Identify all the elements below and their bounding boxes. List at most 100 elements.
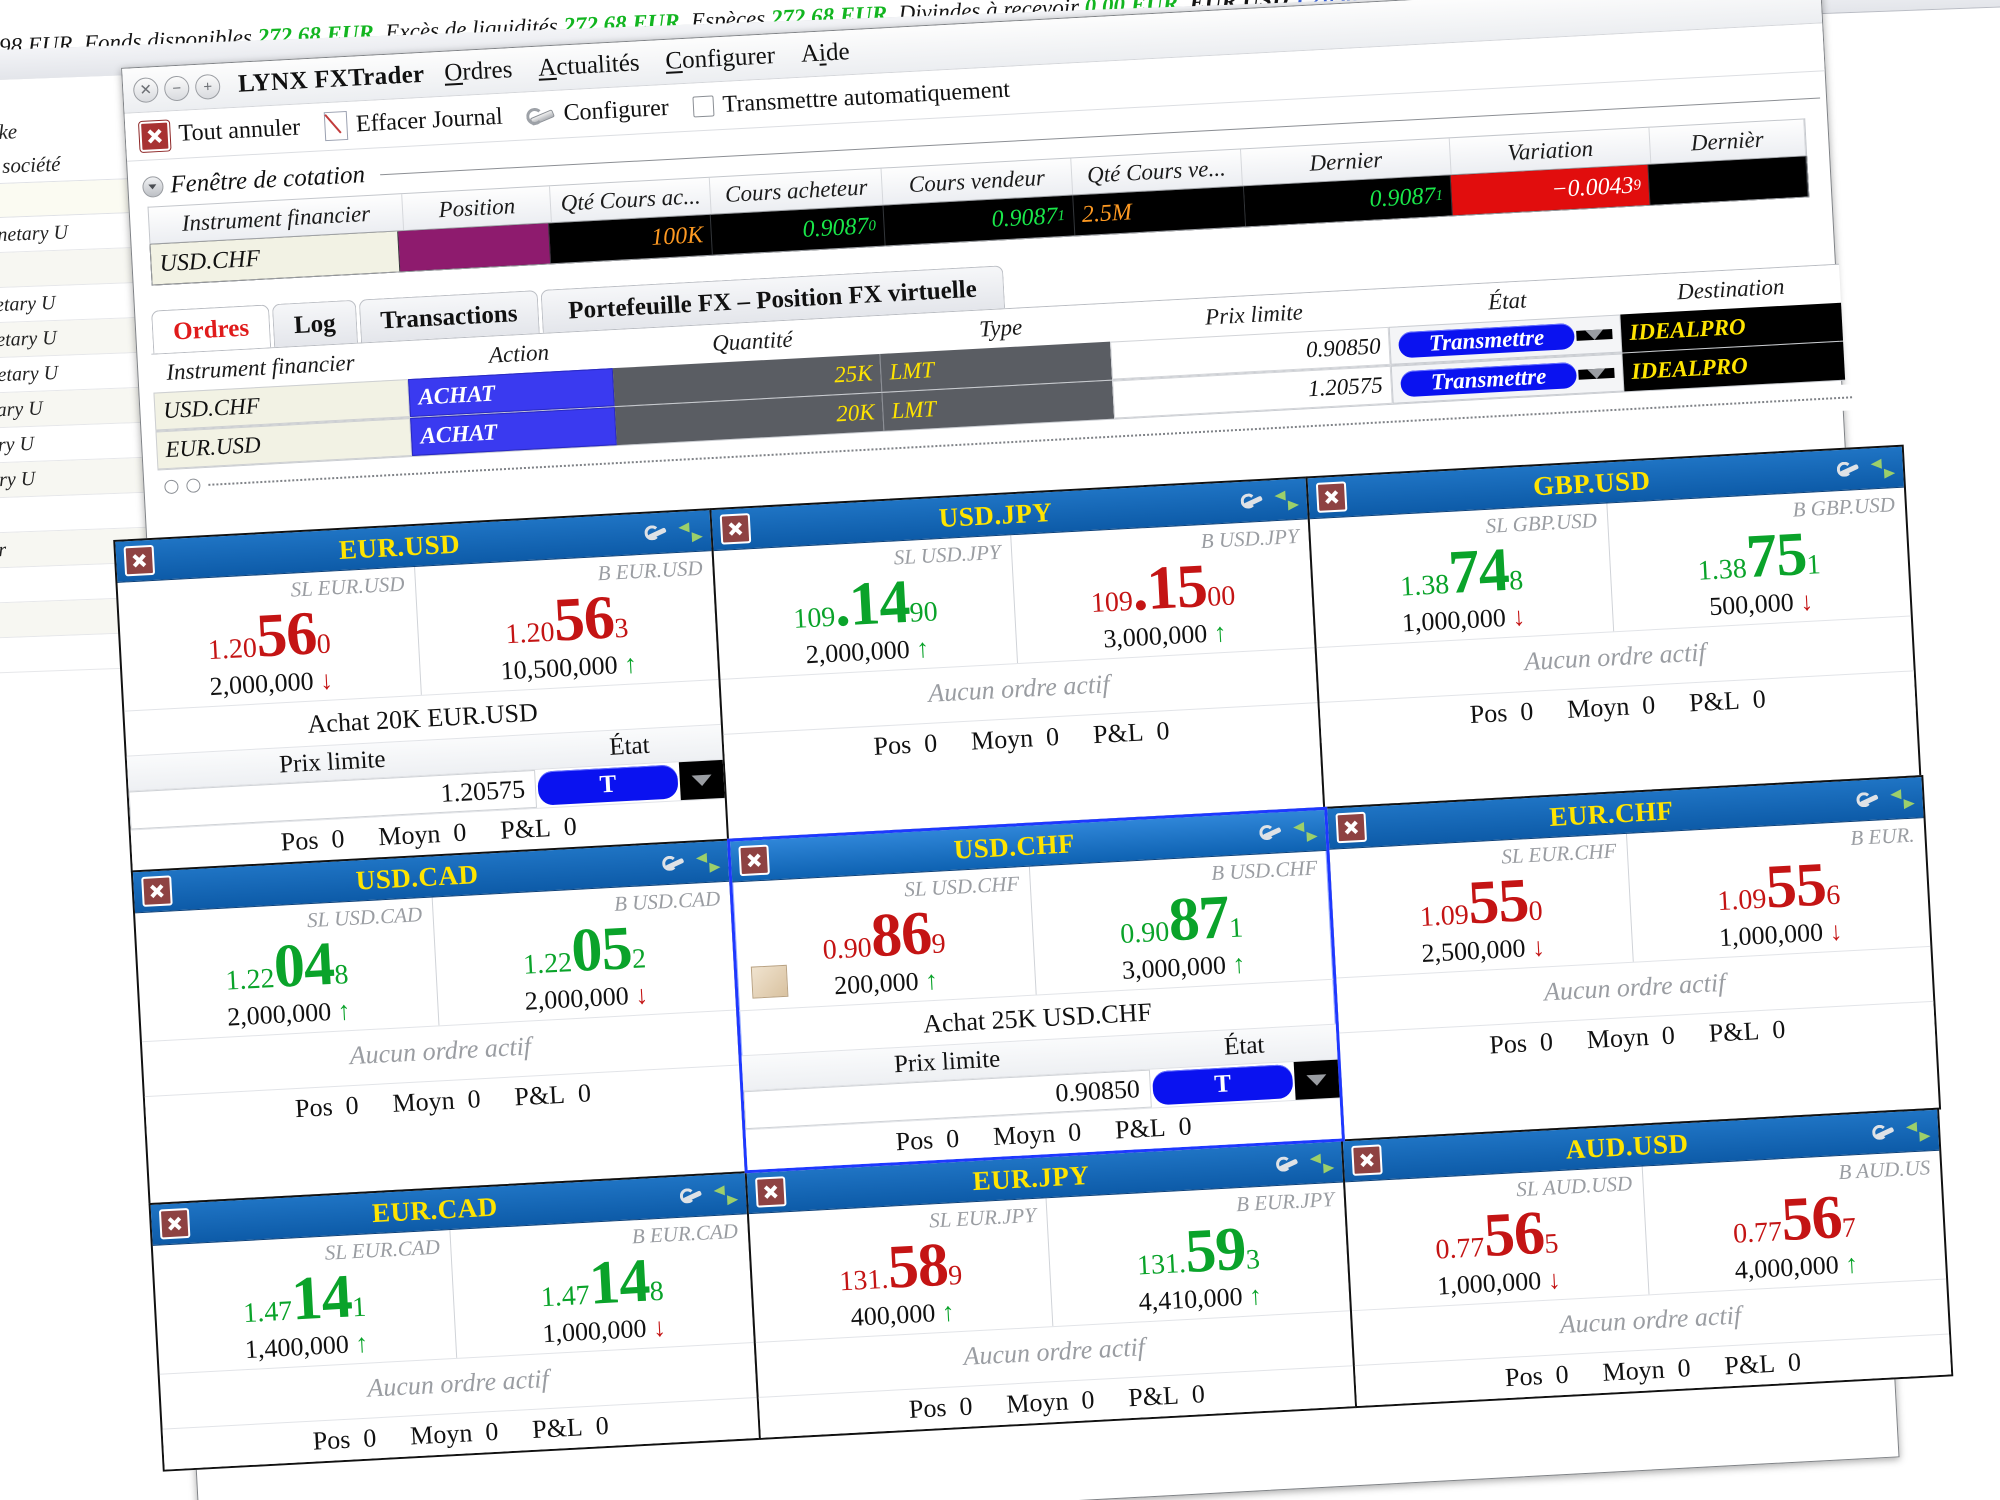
quote-ask-size: 2.5M [1072,186,1246,236]
swap-arrows-icon[interactable] [1310,1152,1335,1173]
transmit-button[interactable]: Transmettre [1400,361,1578,398]
tile-bid-side[interactable]: SL EUR.CAD 1.47 14 1 1,400,000 ↑ [152,1230,457,1374]
fx-tile-eur-chf[interactable]: EUR.CHF SL EUR.CHF 1.09 55 0 2,500,000 ↓ B EUR… [1325,775,1942,1142]
tile-pnl: P&L 0 [1127,1379,1206,1413]
chevron-down-icon[interactable] [141,175,164,198]
tile-header-icons [644,521,703,544]
chevron-down-icon[interactable] [1576,328,1613,341]
tile-pos: Pos 0 [872,728,938,761]
app-title: LYNX FXTrader [237,60,426,98]
wrench-icon[interactable] [679,1186,704,1207]
menu-configurer[interactable]: Configurer [665,42,776,76]
maximize-icon[interactable]: + [194,73,221,100]
tile-pnl: P&L 0 [1114,1111,1193,1145]
close-icon[interactable] [755,1176,787,1208]
arrow-down-icon: ↓ [634,980,649,1010]
checkbox-icon[interactable] [692,95,715,118]
cancel-all-button[interactable]: Tout annuler [138,113,301,152]
quote-position-bar [398,223,552,272]
menu-aide[interactable]: Aide [800,38,850,69]
tile-ask-side[interactable]: B EUR. 1.09 55 6 1,000,000 ↓ [1626,818,1930,962]
close-icon[interactable] [1351,1144,1383,1176]
chevron-down-icon[interactable] [1293,1059,1340,1100]
tile-header-icons [1240,489,1299,512]
menu-actualites[interactable]: Actualités [538,49,641,82]
clear-log-button[interactable]: Effacer Journal [323,103,504,142]
swap-arrows-icon[interactable] [678,521,703,542]
tile-ask-side[interactable]: B USD.CAD 1.22 05 2 2,000,000 ↓ [432,882,736,1026]
tile-bid-side[interactable]: SL EUR.CHF 1.09 55 0 2,500,000 ↓ [1329,833,1634,978]
quote-panel-title: Fenêtre de cotation [169,161,366,199]
tile-ask-side[interactable]: B EUR.CAD 1.47 14 8 1,000,000 ↓ [450,1214,754,1358]
tile-header-icons [662,851,721,874]
chevron-down-icon[interactable] [678,759,725,801]
wrench-icon[interactable] [1276,1154,1301,1175]
wrench-icon[interactable] [644,522,669,543]
tab-ordres[interactable]: Ordres [151,304,272,354]
fx-tile-usd-jpy[interactable]: USD.JPY SL USD.JPY 109.14 90 2,000,000 ↑ B US… [709,476,1326,841]
wrench-icon[interactable] [1872,1122,1897,1143]
wrench-icon[interactable] [662,853,687,874]
swap-arrows-icon[interactable] [1293,820,1318,841]
tile-bid-side[interactable]: SL USD.CAD 1.22 04 8 2,000,000 ↑ [135,897,439,1042]
transmit-button[interactable]: Transmettre [1397,322,1576,359]
swap-arrows-icon[interactable] [713,1184,738,1205]
tile-bid-side[interactable]: SL AUD.USD 0.77 56 5 1,000,000 ↓ [1345,1166,1650,1311]
wrench-icon[interactable] [1856,789,1881,810]
close-icon[interactable] [719,513,752,545]
chevron-down-icon[interactable] [1578,367,1615,380]
close-icon[interactable] [158,1207,191,1240]
close-icon[interactable] [738,844,770,877]
tile-pos: Pos 0 [894,1123,960,1157]
tile-pos: Pos 0 [1488,1027,1554,1060]
tile-ask-side[interactable]: B USD.JPY 109.15 00 3,000,000 ↑ [1011,519,1315,663]
swap-arrows-icon[interactable] [1274,489,1299,510]
menu-ordres[interactable]: Ordres [444,56,513,88]
tile-pos: Pos 0 [280,824,346,857]
transmit-button[interactable]: T [1151,1064,1294,1106]
transmit-button[interactable]: T [537,764,679,806]
wrench-icon[interactable] [1836,459,1861,480]
wrench-icon[interactable] [1259,822,1284,843]
arrow-down-icon: ↓ [319,665,334,696]
fx-tile-eur-cad[interactable]: EUR.CAD SL EUR.CAD 1.47 14 1 1,400,000 ↑ B EUR… [148,1171,761,1472]
close-icon[interactable] [1315,481,1348,513]
tile-bid-side[interactable]: SL EUR.USD 1.20 56 0 2,000,000 ↓ [117,567,422,711]
swap-arrows-icon[interactable] [1890,788,1915,809]
tile-bid-side[interactable]: SL EUR.JPY 131. 58 9 400,000 ↑ [748,1198,1053,1342]
tile-ask-side[interactable]: B EUR.USD 1.20 56 3 10,500,000 ↑ [415,551,719,695]
close-icon[interactable]: ✕ [132,76,159,103]
clear-log-label: Effacer Journal [355,103,504,138]
configure-button[interactable]: Configurer [526,95,670,130]
splitter-dot [186,478,201,494]
auto-transmit-toggle[interactable]: Transmettre automatiquement [692,77,1011,121]
tile-ask-side[interactable]: B AUD.US 0.77 56 7 4,000,000 ↑ [1642,1151,1946,1295]
tab-log[interactable]: Log [271,299,358,348]
drag-cube-icon[interactable] [750,964,789,999]
arrow-down-icon: ↓ [1531,932,1546,963]
swap-arrows-icon[interactable] [696,851,721,872]
tile-avg: Moyn 0 [1005,1385,1096,1419]
tile-ask-side[interactable]: B EUR.JPY 131. 59 3 4,410,000 ↑ [1046,1182,1350,1326]
fx-tile-aud-usd[interactable]: AUD.USD SL AUD.USD 0.77 56 5 1,000,000 ↓ B AUD… [1340,1107,1954,1409]
close-icon[interactable] [123,544,156,577]
minimize-icon[interactable]: − [163,74,190,102]
close-icon[interactable] [141,875,173,907]
tile-ask-side[interactable]: B GBP.USD 1.38 75 1 500,000 ↓ [1607,488,1911,632]
tile-avg: Moyn 0 [391,1084,482,1118]
fx-tile-gbp-usd[interactable]: GBP.USD SL GBP.USD 1.38 74 8 1,000,000 ↓ B GBP… [1305,444,1922,810]
fx-tile-eur-usd[interactable]: EUR.USD SL EUR.USD 1.20 56 0 2,000,000 ↓ B EUR… [113,508,730,873]
fx-tile-usd-cad[interactable]: USD.CAD SL USD.CAD 1.22 04 8 2,000,000 ↑ B USD… [130,838,747,1206]
tile-ask-side[interactable]: B USD.CHF 0.90 87 1 3,000,000 ↑ [1029,851,1333,995]
tile-bid-side[interactable]: SL GBP.USD 1.38 74 8 1,000,000 ↓ [1309,503,1614,648]
cancel-icon [138,119,171,152]
tile-avg: Moyn 0 [992,1117,1082,1152]
swap-arrows-icon[interactable] [1906,1120,1931,1141]
fx-tile-usd-chf[interactable]: USD.CHF SL USD.CHF 0.90 86 9 200,000 ↑ B USD.C… [726,806,1345,1174]
tile-bid-side[interactable]: SL USD.JPY 109.14 90 2,000,000 ↑ [713,535,1018,679]
fx-tile-eur-jpy[interactable]: EUR.JPY SL EUR.JPY 131. 58 9 400,000 ↑ B EUR.J… [744,1139,1358,1440]
close-icon[interactable] [1335,811,1368,844]
swap-arrows-icon[interactable] [1870,457,1895,478]
wrench-icon[interactable] [1240,491,1265,512]
tile-header-icons [1856,788,1915,811]
